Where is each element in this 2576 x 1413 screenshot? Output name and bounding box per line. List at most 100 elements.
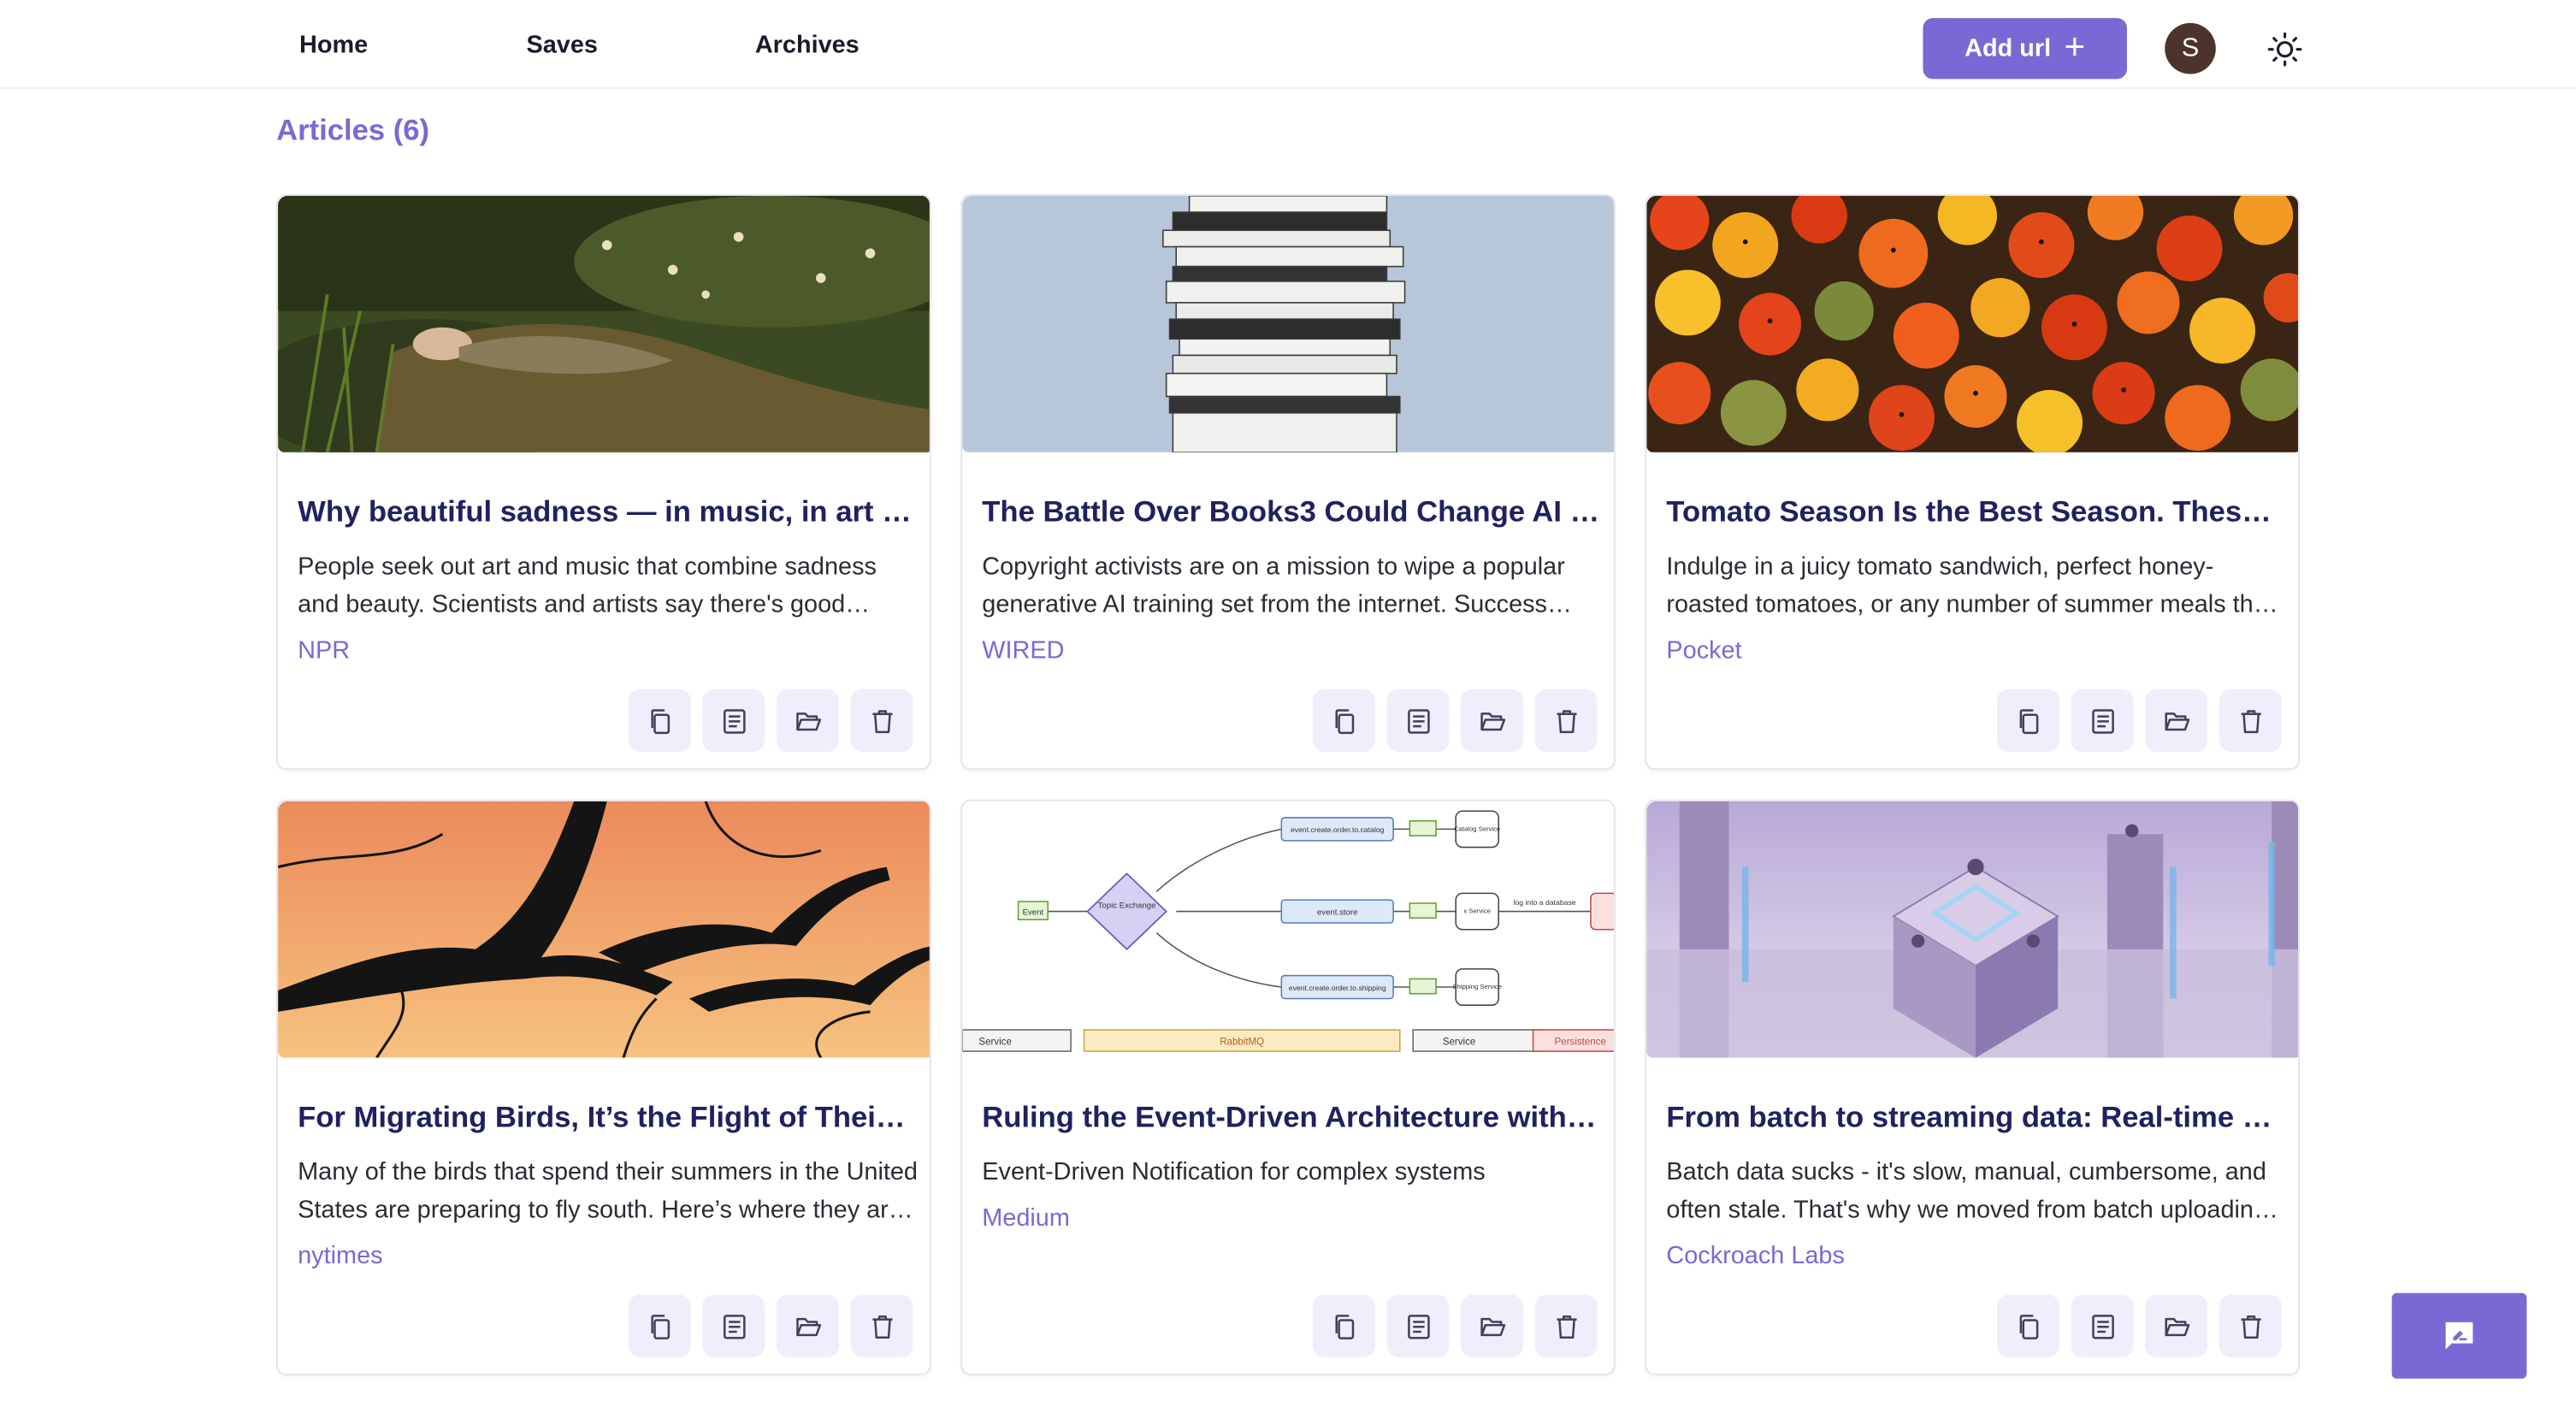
reader-icon	[1407, 1314, 1429, 1339]
delete-button[interactable]	[1534, 1294, 1598, 1357]
article-description: Many of the birds that spend their summe…	[298, 1158, 918, 1225]
architecture-diagram-thumbnail: Event Topic Exchange event.create.order.…	[962, 801, 1614, 1058]
persistence-bar: Persistence	[1555, 1037, 1606, 1047]
nav-archives[interactable]: Archives	[755, 32, 860, 60]
painting-thumbnail	[278, 195, 930, 452]
reader-button[interactable]	[1386, 1294, 1450, 1357]
copy-button[interactable]	[628, 1294, 691, 1357]
article-source: nytimes	[298, 1242, 383, 1270]
article-description: People seek out art and music that combi…	[298, 553, 877, 619]
article-title[interactable]: For Migrating Birds, It’s the Flight of …	[298, 1101, 916, 1135]
feedback-button[interactable]	[2391, 1292, 2527, 1379]
add-url-label: Add url	[1964, 34, 2052, 63]
copy-button[interactable]	[1997, 1294, 2060, 1357]
trash-icon	[1556, 709, 1576, 733]
trash-icon	[2240, 709, 2260, 733]
delete-button[interactable]	[850, 1294, 913, 1357]
archive-button[interactable]	[2145, 689, 2208, 752]
nav-home[interactable]: Home	[299, 32, 368, 60]
store-queue-label: event.store	[1317, 908, 1358, 917]
article-thumbnail[interactable]	[1646, 801, 2298, 1058]
folder-open-icon	[1480, 712, 1505, 730]
archive-button[interactable]	[1460, 689, 1524, 752]
article-title[interactable]: Tomato Season Is the Best Season. These …	[1666, 495, 2284, 529]
archive-button[interactable]	[776, 1294, 839, 1357]
article-thumbnail[interactable]	[962, 195, 1614, 452]
topic-exchange-label: Topic Exchange	[1098, 902, 1156, 911]
article-title[interactable]: Ruling the Event-Driven Architecture wit…	[982, 1101, 1600, 1135]
article-thumbnail[interactable]	[278, 801, 930, 1058]
feedback-icon	[2445, 1321, 2473, 1350]
article-card: For Migrating Birds, It’s the Flight of …	[276, 799, 931, 1375]
reader-button[interactable]	[1386, 689, 1450, 752]
article-title[interactable]: Why beautiful sadness — in music, in art…	[298, 495, 916, 529]
article-title[interactable]: The Battle Over Books3 Could Change AI F…	[982, 495, 1600, 529]
folder-open-icon	[795, 1316, 821, 1336]
copy-button[interactable]	[1312, 1294, 1375, 1357]
article-source: Pocket	[1666, 636, 1742, 665]
service-bar-left: Service	[978, 1037, 1011, 1047]
delete-button[interactable]	[2219, 689, 2282, 752]
article-title[interactable]: From batch to streaming data: Real-time …	[1666, 1101, 2284, 1135]
avatar[interactable]: S	[2165, 22, 2216, 74]
event-label: Event	[1023, 908, 1044, 917]
reader-button[interactable]	[2071, 1294, 2134, 1357]
birds-thumbnail	[278, 801, 930, 1058]
copy-icon	[2018, 708, 2038, 734]
reader-icon	[723, 1314, 745, 1339]
copy-button[interactable]	[1312, 689, 1375, 752]
nav-saves[interactable]: Saves	[526, 32, 597, 60]
copy-button[interactable]	[1997, 689, 2060, 752]
reader-button[interactable]	[702, 1294, 765, 1357]
article-card: From batch to streaming data: Real-time …	[1645, 799, 2300, 1375]
app-root: Home Saves Archives Add url + S Articles…	[0, 0, 2576, 1379]
article-source: Medium	[982, 1203, 1070, 1233]
trash-icon	[871, 1315, 892, 1339]
shipping-queue-label: event.create.order.to.shipping	[1289, 984, 1386, 992]
article-source: Cockroach Labs	[1666, 1242, 1845, 1270]
delete-button[interactable]	[2219, 1294, 2282, 1357]
delete-button[interactable]	[1534, 689, 1598, 752]
top-navigation: Home Saves Archives Add url + S	[0, 0, 2576, 89]
x-service-label: x Service	[1463, 907, 1491, 914]
service-bar-right: Service	[1443, 1037, 1475, 1047]
catalog-service-label: Catalog Service	[1454, 825, 1500, 832]
reader-button[interactable]	[2071, 689, 2134, 752]
rabbitmq-bar: RabbitMQ	[1220, 1037, 1264, 1047]
theme-toggle-button[interactable]	[2266, 30, 2305, 69]
reader-icon	[2091, 708, 2113, 733]
copy-icon	[650, 708, 670, 734]
article-thumbnail[interactable]	[1646, 195, 2298, 452]
archive-button[interactable]	[1460, 1294, 1524, 1357]
article-source: NPR	[298, 636, 351, 665]
article-card: Event Topic Exchange event.create.order.…	[960, 799, 1616, 1375]
card-actions	[1997, 1294, 2282, 1357]
trash-icon	[1556, 1315, 1576, 1339]
card-actions	[1997, 689, 2282, 752]
reader-icon	[2091, 1314, 2113, 1339]
card-actions	[628, 689, 913, 752]
tomato-thumbnail	[1646, 195, 2298, 452]
article-description: Event-Driven Notification for complex sy…	[982, 1158, 1486, 1186]
archive-button[interactable]	[2145, 1294, 2208, 1357]
delete-button[interactable]	[850, 689, 913, 752]
add-url-button[interactable]: Add url +	[1923, 18, 2127, 80]
article-thumbnail[interactable]	[278, 195, 930, 452]
article-description: Copyright activists are on a mission to …	[982, 553, 1565, 619]
folder-open-icon	[795, 712, 821, 730]
copy-button[interactable]	[628, 689, 691, 752]
article-thumbnail[interactable]: Event Topic Exchange event.create.order.…	[962, 801, 1614, 1058]
reader-icon	[723, 708, 745, 733]
archive-button[interactable]	[776, 689, 839, 752]
reader-button[interactable]	[702, 689, 765, 752]
copy-icon	[1334, 708, 1354, 734]
copy-icon	[1334, 1314, 1354, 1339]
streaming-illustration-thumbnail	[1646, 801, 2298, 1058]
card-actions	[1312, 1294, 1598, 1357]
article-source: WIRED	[982, 636, 1065, 665]
article-card: Tomato Season Is the Best Season. These …	[1645, 193, 2300, 771]
article-description: Indulge in a juicy tomato sandwich, perf…	[1666, 553, 2274, 619]
sun-icon	[2267, 32, 2302, 67]
log-db-label: log into a database	[1514, 898, 1576, 907]
plus-icon: +	[2064, 25, 2086, 67]
